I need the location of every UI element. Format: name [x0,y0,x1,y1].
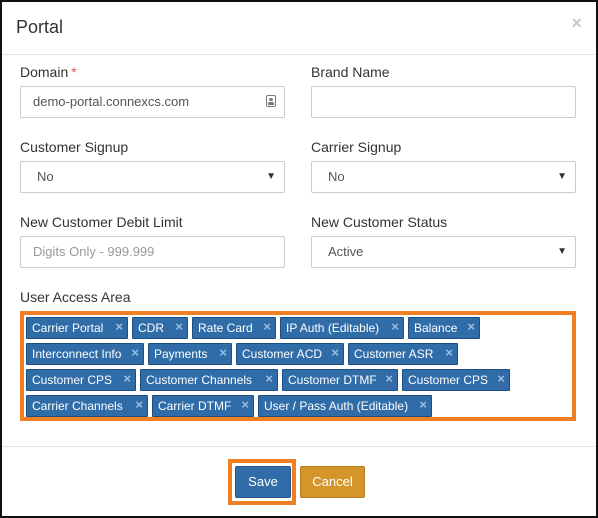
remove-tag-icon[interactable]: × [467,318,475,336]
tag-label: Rate Card [198,321,253,335]
remove-tag-icon[interactable]: × [135,396,143,414]
brand-name-label: Brand Name [311,64,390,80]
remove-tag-icon[interactable]: × [241,396,249,414]
caret-down-icon: ▼ [266,171,276,182]
user-access-area-label: User Access Area [20,289,131,305]
tag-cdr: CDR × [132,317,188,339]
tag-label: Customer CPS [408,373,489,387]
debit-limit-label: New Customer Debit Limit [20,214,183,230]
cancel-button[interactable]: Cancel [300,466,365,498]
tag-customer-channels: Customer Channels × [140,369,278,391]
caret-down-icon: ▼ [557,246,567,257]
carrier-signup-value: No [328,169,345,184]
tag-label: Carrier DTMF [158,399,232,413]
tag-balance: Balance × [408,317,480,339]
remove-tag-icon[interactable]: × [391,318,399,336]
customer-signup-select[interactable]: No ▼ [20,161,285,193]
remove-tag-icon[interactable]: × [123,370,131,388]
tag-label: Customer CPS [32,373,113,387]
tag-label: User / Pass Auth (Editable) [264,399,409,413]
remove-tag-icon[interactable]: × [497,370,505,388]
tag-label: Customer DTMF [288,373,377,387]
domain-field[interactable]: demo-portal.connexcs.com [20,86,285,118]
tag-label: Customer ASR [354,347,434,361]
user-access-area-multiselect[interactable]: Carrier Portal × CDR × Rate Card × IP Au… [20,311,576,421]
tag-customer-dtmf: Customer DTMF × [282,369,398,391]
remove-tag-icon[interactable]: × [419,396,427,414]
remove-tag-icon[interactable]: × [219,344,227,362]
tag-user-pass-auth-editable: User / Pass Auth (Editable) × [258,395,432,417]
tag-carrier-channels: Carrier Channels × [26,395,148,417]
tag-label: Balance [414,321,458,335]
customer-status-select[interactable]: Active ▼ [311,236,576,268]
customer-signup-label: Customer Signup [20,139,129,155]
debit-limit-field[interactable]: Digits Only - 999.999 [20,236,285,268]
modal-footer [2,446,596,447]
brand-name-field[interactable] [311,86,576,118]
remove-tag-icon[interactable]: × [331,344,339,362]
tag-customer-cps: Customer CPS × [26,369,136,391]
portal-modal: Portal × Domain * demo-portal.connexcs.co… [0,0,598,518]
carrier-signup-label: Carrier Signup [311,139,402,155]
tag-label: Customer Channels [146,373,253,387]
tag-label: CDR [138,321,164,335]
tag-carrier-portal: Carrier Portal × [26,317,128,339]
tag-rate-card: Rate Card × [192,317,276,339]
contact-card-icon[interactable] [266,95,276,107]
required-mark: * [71,64,77,80]
tag-label: Interconnect Info [32,347,122,361]
remove-tag-icon[interactable]: × [131,344,139,362]
tag-ip-auth-editable: IP Auth (Editable) × [280,317,404,339]
domain-label-text: Domain [20,64,69,80]
remove-tag-icon[interactable]: × [263,318,271,336]
tag-customer-acd: Customer ACD × [236,343,344,365]
tag-interconnect-info: Interconnect Info × [26,343,144,365]
customer-status-value: Active [328,244,364,259]
modal-header: Portal × [2,2,596,55]
domain-value: demo-portal.connexcs.com [33,94,190,109]
customer-signup-value: No [37,169,54,184]
domain-label: Domain * [20,64,77,80]
customer-status-label: New Customer Status [311,214,448,230]
tag-label: Carrier Portal [32,321,104,335]
tag-label: Carrier Channels [32,399,123,413]
close-icon[interactable]: × [571,13,582,34]
tag-label: Customer ACD [242,347,323,361]
remove-tag-icon[interactable]: × [385,370,393,388]
tag-carrier-dtmf: Carrier DTMF × [152,395,254,417]
tag-payments: Payments × [148,343,232,365]
remove-tag-icon[interactable]: × [175,318,183,336]
remove-tag-icon[interactable]: × [265,370,273,388]
tag-customer-cps-2: Customer CPS × [402,369,510,391]
remove-tag-icon[interactable]: × [115,318,123,336]
tag-label: Payments [154,347,208,361]
caret-down-icon: ▼ [557,171,567,182]
carrier-signup-select[interactable]: No ▼ [311,161,576,193]
tag-customer-asr: Customer ASR × [348,343,458,365]
remove-tag-icon[interactable]: × [445,344,453,362]
tag-label: IP Auth (Editable) [286,321,380,335]
modal-title: Portal [16,17,64,37]
debit-limit-placeholder: Digits Only - 999.999 [33,244,155,259]
save-button[interactable]: Save [235,466,291,498]
